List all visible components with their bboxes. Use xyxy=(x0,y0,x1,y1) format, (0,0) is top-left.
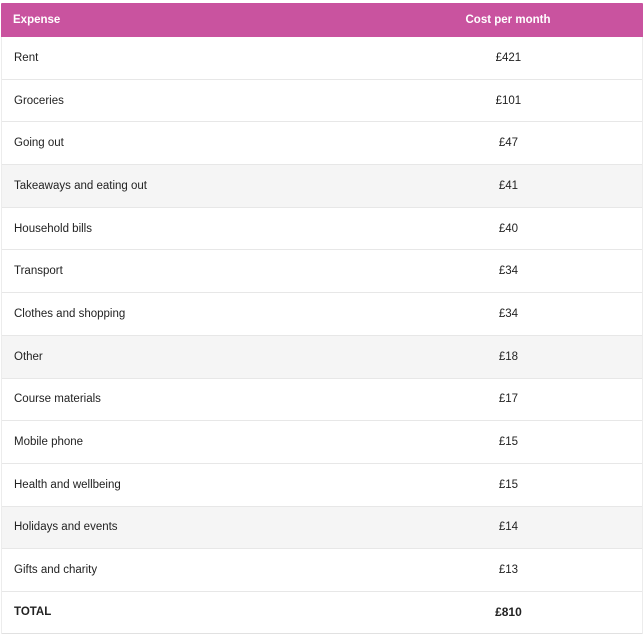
expense-cell: Takeaways and eating out xyxy=(14,179,147,192)
expense-cell: Rent xyxy=(14,51,39,64)
header-expense: Expense xyxy=(13,14,61,26)
cost-cell: £47 xyxy=(498,137,519,150)
expense-cell: Mobile phone xyxy=(14,436,84,449)
cost-cell: £34 xyxy=(498,265,519,278)
cost-cell: £17 xyxy=(498,393,519,406)
table-row: Gifts and charity £13 xyxy=(2,549,642,592)
table-row: Health and wellbeing £15 xyxy=(2,463,642,507)
table-row: Household bills £40 xyxy=(2,207,642,251)
expense-cell: Groceries xyxy=(14,94,64,107)
expense-cell: Household bills xyxy=(14,222,92,235)
expense-cell: Transport xyxy=(14,265,63,278)
cost-cell: £40 xyxy=(498,222,519,235)
expense-cell: Other xyxy=(14,350,43,363)
expense-cell: Going out xyxy=(14,137,64,150)
table-row: Holidays and events £14 xyxy=(2,506,642,550)
table-row: Clothes and shopping £34 xyxy=(2,293,642,336)
expense-cell: Health and wellbeing xyxy=(14,478,121,491)
cost-cell: £421 xyxy=(495,51,522,64)
expense-cell: Course materials xyxy=(14,393,101,406)
expense-cell: Holidays and events xyxy=(14,521,118,534)
cost-cell: £101 xyxy=(495,94,522,107)
cost-cell: £15 xyxy=(498,436,519,449)
table-header: Expense Cost per month xyxy=(1,3,643,37)
cost-cell: £34 xyxy=(498,307,519,320)
table-row: Other £18 xyxy=(2,335,642,379)
table-row: Going out £47 xyxy=(2,122,642,166)
expense-cell: Clothes and shopping xyxy=(14,307,126,320)
cost-cell: £13 xyxy=(498,564,519,577)
cost-cell: £14 xyxy=(498,521,519,534)
total-value: £810 xyxy=(495,605,522,620)
expense-cell: Gifts and charity xyxy=(14,564,98,577)
table-row: Transport £34 xyxy=(2,250,642,294)
cost-cell: £41 xyxy=(498,179,519,192)
table-body: Rent £421 Groceries £101 Going out £47 T… xyxy=(1,37,643,634)
cost-cell: £15 xyxy=(498,478,519,491)
table-row: Mobile phone £15 xyxy=(2,421,642,464)
total-row: TOTAL £810 xyxy=(2,591,642,634)
cost-cell: £18 xyxy=(498,350,519,363)
total-label: TOTAL xyxy=(14,606,52,619)
header-cost-per-month: Cost per month xyxy=(465,14,551,26)
table-row: Takeaways and eating out £41 xyxy=(2,165,642,208)
table-row: Course materials £17 xyxy=(2,378,642,422)
table-row: Rent £421 xyxy=(2,37,642,80)
table-row: Groceries £101 xyxy=(2,79,642,123)
expense-table: Expense Cost per month Rent £421 Groceri… xyxy=(1,0,643,634)
